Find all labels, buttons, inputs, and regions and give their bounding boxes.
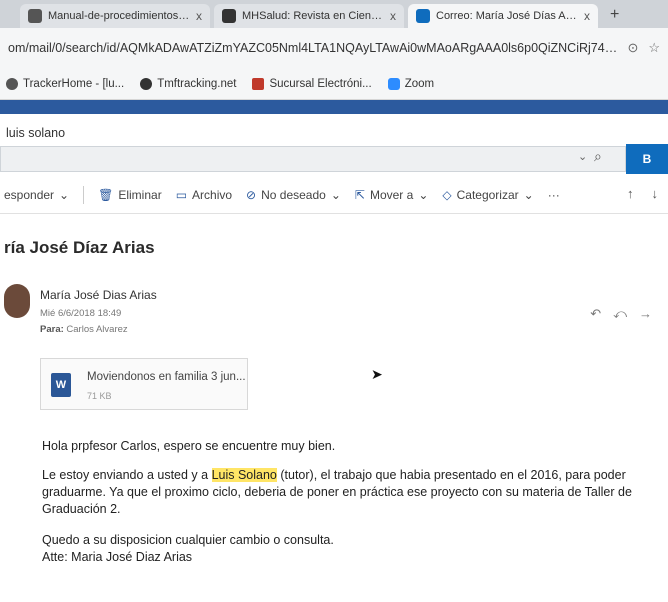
tab-label: MHSalud: Revista en Ciencias	[242, 10, 384, 22]
search-icon[interactable]: ⌕	[594, 148, 614, 168]
new-tab-button[interactable]: +	[602, 6, 627, 28]
categorize-label: Categorizar	[456, 187, 519, 202]
forward-icon[interactable]: →	[639, 306, 652, 322]
message-actions: ↶ ⤺ →	[590, 306, 652, 322]
close-icon[interactable]: x	[196, 9, 202, 23]
browser-tab-mhsalud[interactable]: MHSalud: Revista en Ciencias x	[214, 4, 404, 28]
arrow-up-icon[interactable]: ↑	[627, 186, 634, 201]
archive-button[interactable]: ▭ Archivo	[176, 188, 232, 202]
site-icon	[222, 9, 236, 23]
avatar[interactable]	[4, 284, 30, 318]
close-icon[interactable]: x	[390, 9, 396, 23]
zoom-icon	[387, 77, 400, 90]
archive-label: Archivo	[192, 187, 233, 202]
chevron-down-icon: ⌄	[418, 187, 429, 202]
circle-icon	[140, 77, 153, 90]
divider	[83, 185, 85, 204]
url-field[interactable]: om/mail/0/search/id/AQMkADAwATZiZmYAZC05…	[8, 41, 619, 55]
reading-pane: ría José Díaz Arias María José Dias Aria…	[0, 214, 668, 602]
to-label: Para:	[40, 324, 64, 335]
word-document-icon: W	[51, 373, 71, 397]
email-closing: Quedo a su disposicion cualquier cambio …	[42, 532, 662, 566]
reply-button[interactable]: esponder ⌄	[4, 188, 69, 202]
outlook-icon	[416, 9, 430, 23]
move-label: Mover a	[369, 187, 414, 202]
trash-icon: 🗑	[98, 187, 114, 202]
body-text: Le estoy enviando a usted y a	[42, 468, 212, 482]
close-icon[interactable]: x	[584, 9, 590, 23]
navigation-arrows: ↑ ↓	[627, 186, 658, 201]
search-query[interactable]: luis solano	[6, 126, 65, 140]
bookmark-label: Sucursal Electróni...	[269, 77, 372, 90]
bookmark-label: Zoom	[404, 77, 435, 90]
lens-icon[interactable]: ⊙	[627, 40, 638, 56]
junk-label: No deseado	[261, 187, 326, 202]
delete-button[interactable]: 🗑 Eliminar	[98, 188, 162, 202]
closing-line: Quedo a su disposicion cualquier cambio …	[42, 533, 334, 547]
folder-move-icon: ⇱	[354, 187, 365, 202]
outlook-header	[0, 100, 668, 114]
bank-icon	[252, 77, 265, 90]
command-bar: esponder ⌄ 🗑 Eliminar ▭ Archivo ⊘ No des…	[0, 176, 668, 214]
arrow-down-icon[interactable]: ↓	[652, 186, 659, 201]
more-button[interactable]: ···	[548, 188, 560, 202]
tab-label: Correo: María José Días Arias	[436, 10, 578, 22]
attachment-name: Moviendonos en familia 3 jun...	[87, 371, 246, 383]
recipient-name[interactable]: Carlos Alvarez	[66, 324, 127, 335]
search-input[interactable]	[0, 146, 626, 172]
attachment-card[interactable]: W Moviendonos en familia 3 jun... 71 KB	[40, 358, 248, 410]
chevron-down-icon[interactable]: ⌄	[578, 150, 587, 163]
chevron-down-icon: ⌄	[330, 187, 341, 202]
browser-tab-strip: Manual-de-procedimientos-TF x MHSalud: R…	[0, 0, 668, 28]
junk-button[interactable]: ⊘ No deseado ⌄	[246, 188, 341, 202]
email-date: Mié 6/6/2018 18:49	[40, 308, 122, 319]
search-button[interactable]: B	[626, 144, 668, 174]
archive-icon: ▭	[175, 187, 188, 202]
tab-label: Manual-de-procedimientos-TF	[48, 10, 190, 22]
star-icon[interactable]: ☆	[648, 40, 660, 56]
bookmark-label: TrackerHome - [lu...	[23, 77, 125, 90]
highlighted-name: Luis Solano	[211, 468, 277, 482]
email-subject: ría José Díaz Arias	[4, 238, 155, 257]
block-icon: ⊘	[246, 187, 257, 202]
chevron-down-icon: ⌄	[523, 187, 534, 202]
bookmark-tmftracking[interactable]: Tmftracking.net	[140, 77, 237, 90]
bookmark-trackerhome[interactable]: TrackerHome - [lu...	[6, 77, 125, 90]
address-bar: om/mail/0/search/id/AQMkADAwATZiZmYAZC05…	[0, 28, 668, 68]
browser-tab-correo[interactable]: Correo: María José Días Arias x	[408, 4, 598, 28]
reply-icon[interactable]: ↶	[590, 306, 601, 322]
bookmarks-bar: TrackerHome - [lu... Tmftracking.net Suc…	[0, 68, 668, 100]
attachment-size: 71 KB	[87, 391, 112, 401]
mouse-cursor-icon: ➤	[371, 366, 383, 382]
recipient-line: Para: Carlos Alvarez	[40, 324, 128, 335]
bookmark-zoom[interactable]: Zoom	[387, 77, 435, 90]
delete-label: Eliminar	[118, 187, 162, 202]
address-actions: ⊙ ☆	[627, 40, 660, 56]
bookmark-label: Tmftracking.net	[157, 77, 237, 90]
reply-label: esponder	[4, 187, 55, 202]
chevron-down-icon[interactable]: ⌄	[59, 188, 69, 202]
signature-line: Atte: Maria José Diaz Arias	[42, 550, 193, 564]
categorize-button[interactable]: ◇ Categorizar ⌄	[442, 188, 533, 202]
circle-icon	[6, 77, 18, 90]
tag-icon: ◇	[442, 187, 452, 202]
bookmark-sucursal[interactable]: Sucursal Electróni...	[252, 77, 372, 90]
email-greeting: Hola prpfesor Carlos, espero se encuentr…	[42, 439, 336, 453]
move-button[interactable]: ⇱ Mover a ⌄	[355, 188, 428, 202]
reply-all-icon[interactable]: ⤺	[613, 306, 627, 322]
search-area: luis solano ⌄ ⌕ B	[0, 114, 668, 176]
document-icon	[28, 9, 42, 23]
browser-tab-manual[interactable]: Manual-de-procedimientos-TF x	[20, 4, 210, 28]
sender-name[interactable]: María José Dias Arias	[40, 288, 157, 302]
email-body-paragraph: Le estoy enviando a usted y a Luis Solan…	[42, 467, 662, 518]
